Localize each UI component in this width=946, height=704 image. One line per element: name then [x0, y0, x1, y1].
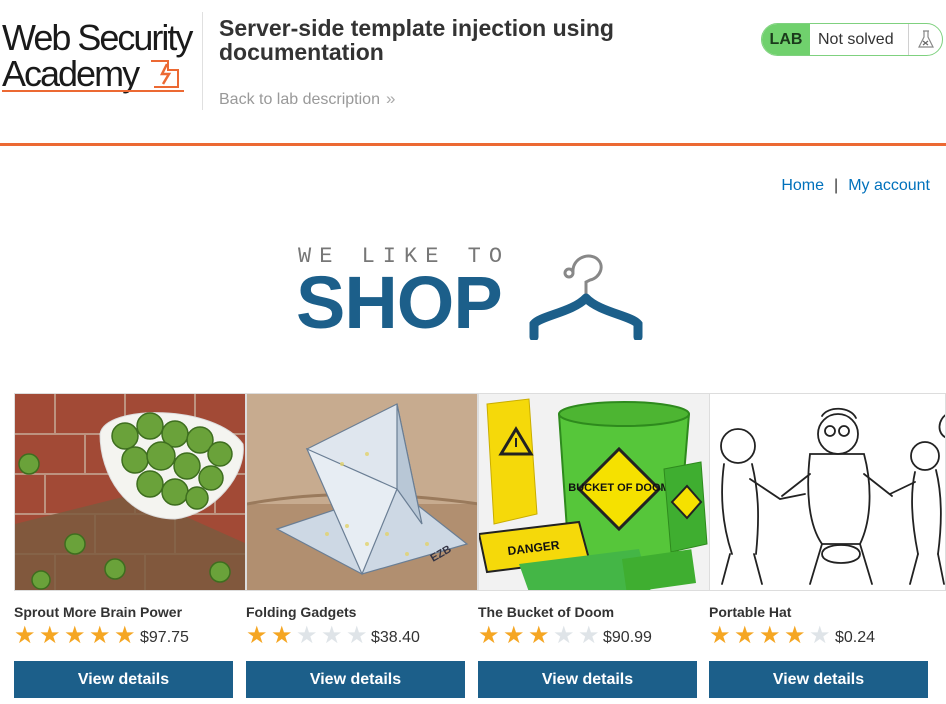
star-icon: ★	[784, 622, 806, 649]
product-image-sprouts[interactable]	[14, 393, 246, 591]
product-image-bucket-of-doom[interactable]: BUCKET OF DOOM DANGER	[478, 393, 710, 591]
product-rating: ★ ★ ★ ★ ★	[14, 624, 139, 648]
star-icon: ★	[553, 622, 575, 649]
product-rating: ★ ★ ★ ★ ★	[478, 624, 603, 648]
logo-line1: Web Security	[2, 17, 193, 58]
product-price: $97.75	[140, 629, 189, 646]
star-icon: ★	[64, 622, 86, 649]
banner-title: SHOP	[296, 261, 503, 344]
star-icon: ★	[709, 622, 731, 649]
product-image-folding-gadgets[interactable]: EZB	[246, 393, 478, 591]
lab-title: Server-side template injection using doc…	[219, 15, 614, 65]
back-link-label: Back to lab description	[219, 91, 380, 108]
product-price: $90.99	[603, 629, 652, 646]
back-to-lab-description-link[interactable]: Back to lab description »	[219, 89, 395, 109]
product-name: Sprout More Brain Power	[14, 604, 183, 620]
product-image-portable-hat[interactable]	[709, 393, 946, 591]
logo-line2: Academy	[2, 53, 140, 94]
product-name: Portable Hat	[709, 604, 792, 620]
lab-status-text: Not solved	[818, 31, 894, 48]
top-links: Home | My account	[781, 177, 930, 195]
view-details-button[interactable]: View details	[709, 661, 928, 698]
view-details-button[interactable]: View details	[14, 661, 233, 698]
clothes-hanger-icon	[529, 254, 643, 340]
header-divider	[202, 12, 203, 110]
star-icon: ★	[114, 622, 136, 649]
view-details-button[interactable]: View details	[246, 661, 465, 698]
star-icon: ★	[809, 622, 831, 649]
star-icon: ★	[503, 622, 525, 649]
logo-underline	[2, 90, 184, 92]
double-chevron-right-icon: »	[385, 89, 396, 108]
star-icon: ★	[346, 622, 368, 649]
star-icon: ★	[296, 622, 318, 649]
product-card: Portable Hat ★ ★ ★ ★ ★ $0.24 View details	[709, 393, 946, 704]
product-name: Folding Gadgets	[246, 604, 357, 620]
star-icon: ★	[478, 622, 500, 649]
product-card: Sprout More Brain Power ★ ★ ★ ★ ★ $97.75 Vie…	[14, 393, 246, 704]
my-account-link[interactable]: My account	[848, 177, 930, 194]
star-icon: ★	[14, 622, 36, 649]
nav-separator: |	[834, 177, 839, 194]
star-icon: ★	[246, 622, 268, 649]
flask-icon	[908, 24, 942, 55]
product-price: $0.24	[835, 629, 876, 646]
web-security-academy-logo[interactable]: Web Security Academy	[2, 18, 202, 98]
lab-badge: LAB	[762, 24, 810, 55]
product-rating: ★ ★ ★ ★ ★	[709, 624, 834, 648]
star-icon: ★	[89, 622, 111, 649]
bucket-label: BUCKET OF DOOM	[568, 482, 669, 494]
home-link[interactable]: Home	[781, 177, 824, 194]
product-card: EZB Folding Gadgets ★ ★ ★ ★ ★ $38.40 View de…	[246, 393, 478, 704]
star-icon: ★	[528, 622, 550, 649]
star-icon: ★	[578, 622, 600, 649]
lab-status-widget: LAB Not solved	[761, 23, 943, 56]
star-icon: ★	[759, 622, 781, 649]
star-icon: ★	[321, 622, 343, 649]
view-details-button[interactable]: View details	[478, 661, 697, 698]
star-icon: ★	[271, 622, 293, 649]
star-icon: ★	[734, 622, 756, 649]
lightning-bolt-icon	[151, 60, 179, 88]
product-name: The Bucket of Doom	[478, 604, 615, 620]
product-card: BUCKET OF DOOM DANGER The Bucket of Doom…	[478, 393, 710, 704]
shop-banner: WE LIKE TO SHOP	[296, 244, 656, 344]
academy-header: Web Security Academy Server-side templat…	[0, 0, 946, 146]
product-price: $38.40	[371, 629, 420, 646]
product-rating: ★ ★ ★ ★ ★	[246, 624, 371, 648]
star-icon: ★	[39, 622, 61, 649]
